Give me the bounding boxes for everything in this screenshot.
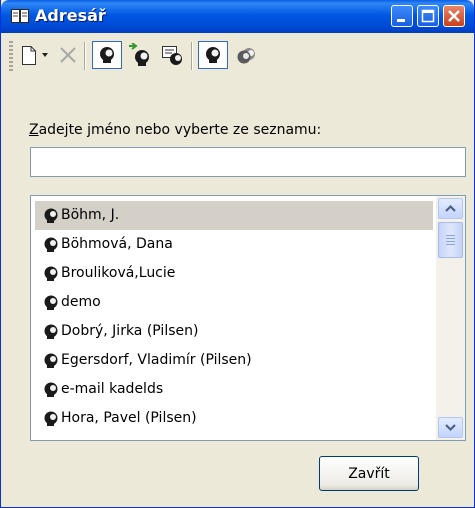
person-icon xyxy=(44,411,58,426)
group-icon xyxy=(237,48,255,64)
contact-properties-button[interactable] xyxy=(158,43,186,69)
contact-name: Böhm, J. xyxy=(61,207,120,223)
chevron-up-icon xyxy=(445,204,456,212)
person-icon xyxy=(206,47,220,63)
contact-row[interactable]: demo xyxy=(35,288,433,317)
title-bar[interactable]: Adresář xyxy=(1,0,474,33)
contact-view-button[interactable] xyxy=(92,41,122,69)
contact-name: Hora, Pavel (Pilsen) xyxy=(61,410,197,426)
contacts-list[interactable]: Böhm, J. Böhmová, Dana Brouliková,Lucie dem… xyxy=(30,195,466,441)
scrollbar[interactable] xyxy=(436,196,465,440)
contact-row[interactable]: Böhm, J. xyxy=(35,201,433,230)
toolbar-separator xyxy=(191,42,193,70)
contact-row[interactable]: Brouliková,Lucie xyxy=(35,259,433,288)
person-icon xyxy=(100,47,114,63)
contact-name: Egersdorf, Vladimír (Pilsen) xyxy=(61,352,252,368)
add-to-contact-button[interactable] xyxy=(126,43,154,69)
new-document-icon xyxy=(22,46,36,65)
person-icon xyxy=(44,208,58,223)
contact-row[interactable]: Egersdorf, Vladimír (Pilsen) xyxy=(35,346,433,375)
minimize-button[interactable] xyxy=(391,5,413,27)
person-icon xyxy=(44,353,58,368)
search-label-accesskey: Z xyxy=(29,122,39,138)
person-icon xyxy=(44,295,58,310)
chevron-down-icon xyxy=(445,424,456,432)
delete-button[interactable] xyxy=(57,43,79,69)
scroll-down-button[interactable] xyxy=(438,417,463,438)
dropdown-arrow-icon xyxy=(42,53,48,57)
minimize-icon xyxy=(397,19,405,22)
maximize-icon xyxy=(421,9,435,23)
person-card-icon xyxy=(162,46,182,65)
contact-row[interactable]: Böhmová, Dana xyxy=(35,230,433,259)
close-window-button[interactable] xyxy=(443,5,465,27)
delete-x-icon xyxy=(60,47,76,63)
new-dropdown-button[interactable] xyxy=(41,43,51,69)
scrollbar-thumb[interactable] xyxy=(438,222,463,258)
contact-row[interactable]: Dobrý, Jirka (Pilsen) xyxy=(35,317,433,346)
person-icon xyxy=(44,266,58,281)
contact-name: Böhmová, Dana xyxy=(61,236,173,252)
window-title: Adresář xyxy=(35,6,106,25)
toolbar-separator xyxy=(84,42,86,70)
contact-name: Brouliková,Lucie xyxy=(61,265,176,281)
scroll-up-button[interactable] xyxy=(438,198,463,219)
contact-name: Dobrý, Jirka (Pilsen) xyxy=(61,323,199,339)
new-contact-button[interactable] xyxy=(20,43,38,69)
toolbar xyxy=(2,33,473,79)
search-input[interactable] xyxy=(30,147,466,177)
toolbar-grip[interactable] xyxy=(9,41,13,71)
address-book-window: Adresář Zadejte jméno nebo vyberte ze se… xyxy=(0,0,475,508)
close-button[interactable]: Zavřít xyxy=(319,456,419,491)
person-icon xyxy=(44,237,58,252)
search-label-text: adejte jméno nebo vyberte ze seznamu: xyxy=(38,122,322,138)
maximize-button[interactable] xyxy=(417,5,439,27)
contact-name: demo xyxy=(61,294,101,310)
close-icon xyxy=(448,10,460,22)
person-icon xyxy=(44,382,58,397)
contact-row[interactable]: Hora, Pavel (Pilsen) xyxy=(35,404,433,433)
groups-view-button[interactable] xyxy=(232,43,260,69)
search-label: Zadejte jméno nebo vyberte ze seznamu: xyxy=(29,122,321,138)
contact-name: e-mail kadelds xyxy=(61,381,164,397)
address-book-icon xyxy=(11,8,29,24)
person-arrow-icon xyxy=(129,43,149,66)
contact-row[interactable]: e-mail kadelds xyxy=(35,375,433,404)
contacts-view-button[interactable] xyxy=(198,41,228,69)
contacts-list-rows: Böhm, J. Böhmová, Dana Brouliková,Lucie dem… xyxy=(35,201,433,433)
person-icon xyxy=(44,324,58,339)
